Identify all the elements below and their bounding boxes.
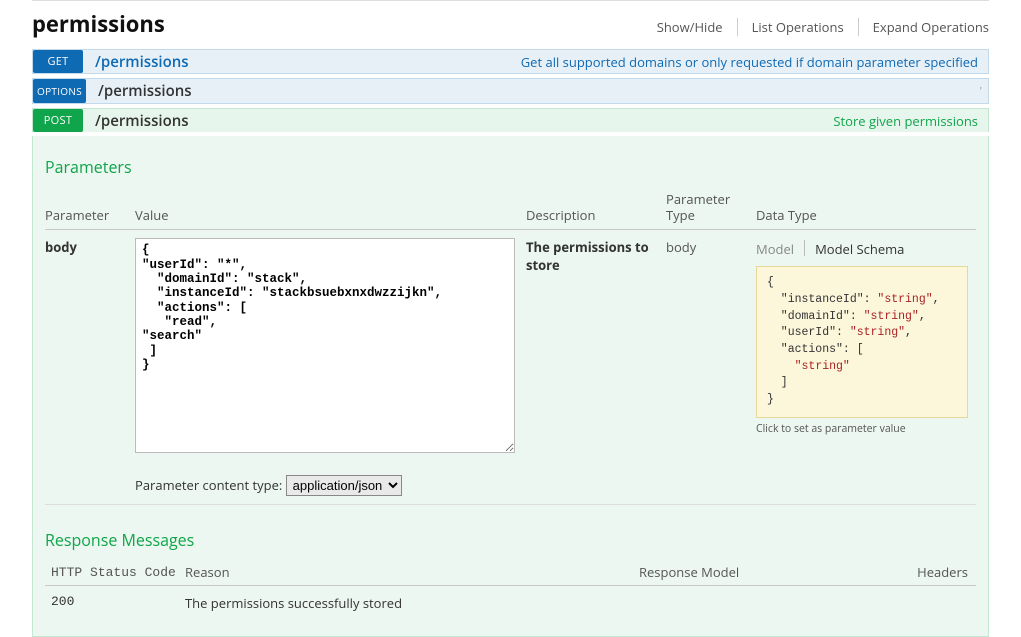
parameters-table: Parameter Value Description Parameter Ty…	[45, 186, 976, 505]
tab-model[interactable]: Model	[756, 238, 804, 260]
operation-post-body: Parameters Parameter Value Description P…	[32, 136, 989, 637]
op-desc: Get all supported domains or only reques…	[521, 53, 988, 71]
parameters-title: Parameters	[45, 156, 976, 178]
options-badge: '	[980, 83, 982, 97]
op-desc: Store given permissions	[833, 112, 988, 130]
api-container: permissions Show/Hide List Operations Ex…	[32, 0, 989, 637]
col-reason: Reason	[185, 559, 639, 586]
param-name: body	[45, 230, 135, 505]
responses-table: HTTP Status Code Reason Response Model H…	[45, 559, 976, 616]
schema-hint: Click to set as parameter value	[756, 422, 968, 436]
responses-title: Response Messages	[45, 529, 976, 551]
operation-post[interactable]: POST /permissions Store given permission…	[32, 108, 989, 132]
col-value: Value	[135, 186, 526, 230]
content-type-select[interactable]: application/json	[286, 475, 402, 496]
expand-operations-link[interactable]: Expand Operations	[859, 18, 989, 36]
col-ptype: Parameter Type	[666, 186, 756, 230]
operation-get[interactable]: GET /permissions Get all supported domai…	[32, 49, 989, 74]
param-value-cell: Parameter content type: application/json	[135, 230, 526, 505]
param-type: body	[666, 230, 756, 505]
col-headers: Headers	[857, 559, 976, 586]
col-response-model: Response Model	[639, 559, 857, 586]
param-description: The permissions to store	[526, 230, 666, 505]
tab-model-schema[interactable]: Model Schema	[815, 238, 914, 260]
op-path: /permissions	[86, 81, 192, 101]
method-badge-options: OPTIONS	[33, 79, 86, 103]
content-type-row: Parameter content type: application/json	[135, 475, 518, 496]
api-header: permissions Show/Hide List Operations Ex…	[32, 9, 989, 39]
response-headers-cell	[857, 586, 976, 617]
op-path: /permissions	[83, 52, 189, 72]
op-path: /permissions	[83, 111, 189, 131]
model-schema-box[interactable]: { "instanceId": "string", "domainId": "s…	[756, 266, 968, 417]
method-badge-post: POST	[33, 109, 83, 132]
col-dtype: Data Type	[756, 186, 976, 230]
col-status-code: HTTP Status Code	[45, 559, 185, 586]
operation-options[interactable]: OPTIONS /permissions '	[32, 78, 989, 104]
schema-tabs: Model Model Schema	[756, 238, 968, 260]
status-code: 200	[45, 586, 185, 617]
content-type-label: Parameter content type:	[135, 476, 286, 494]
api-actions: Show/Hide List Operations Expand Operati…	[643, 18, 989, 36]
col-parameter: Parameter	[45, 186, 135, 230]
method-badge-get: GET	[33, 50, 83, 73]
response-row-200: 200 The permissions successfully stored	[45, 586, 976, 617]
list-operations-link[interactable]: List Operations	[738, 18, 859, 36]
parameter-row-body: body Parameter content type: application…	[45, 230, 976, 505]
param-datatype: Model Model Schema { "instanceId": "stri…	[756, 230, 976, 505]
col-description: Description	[526, 186, 666, 230]
response-model-cell	[639, 586, 857, 617]
api-title: permissions	[32, 9, 165, 39]
tab-separator	[804, 240, 805, 256]
reason-text: The permissions successfully stored	[185, 586, 639, 617]
body-textarea[interactable]	[135, 238, 515, 453]
show-hide-link[interactable]: Show/Hide	[643, 18, 738, 36]
